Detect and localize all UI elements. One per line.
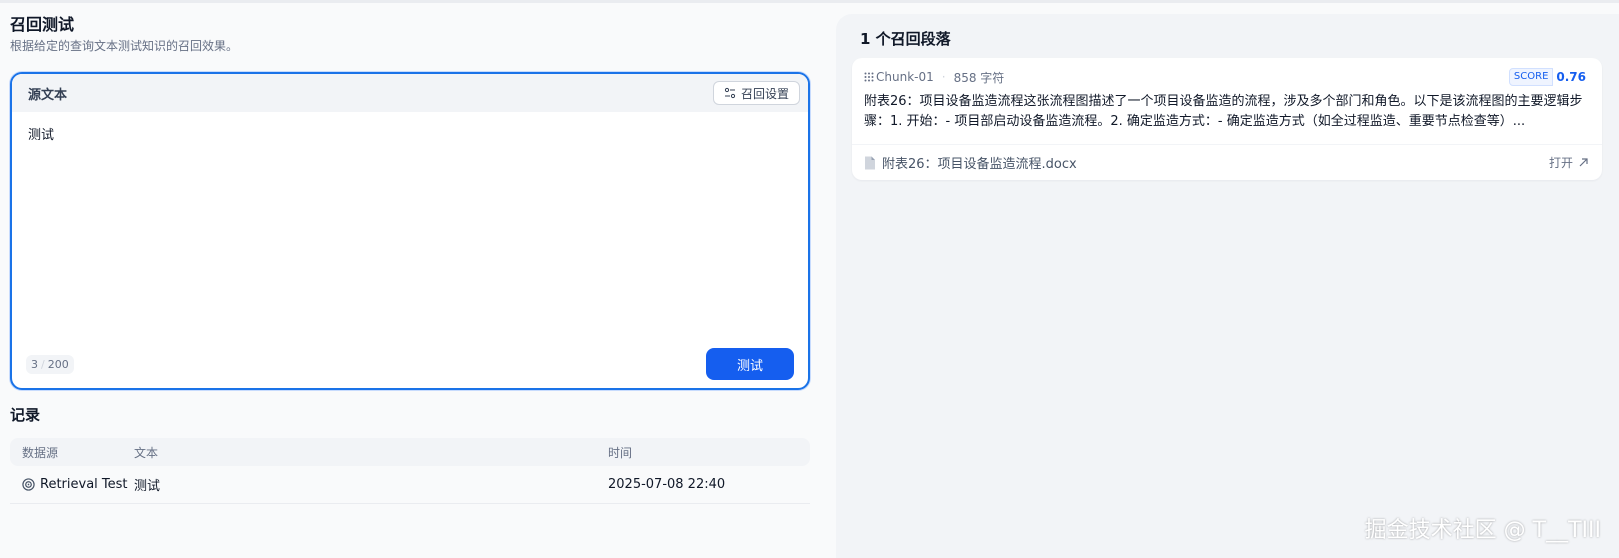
sliders-icon [724,87,736,99]
page-title: 召回测试 [10,15,75,34]
test-button[interactable]: 测试 [706,348,794,380]
results-title: 1 个召回段落 [860,30,951,48]
results-panel: 1 个召回段落 Chunk-01 · 858 字符 SCORE 0.76 附表2… [836,14,1619,558]
record-source-cell: Retrieval Test [10,477,134,492]
char-limit: 200 [47,357,69,371]
query-textarea[interactable]: 测试 [12,112,808,344]
page-description: 根据给定的查询文本测试知识的召回效果。 [10,39,239,53]
source-file-name: 附表26：项目设备监造流程.docx [882,157,1077,172]
chunk-meta: Chunk-01 · 858 字符 [864,69,1004,86]
score-value: 0.76 [1556,70,1586,84]
record-source: Retrieval Test [40,477,128,492]
record-time: 2025-07-08 22:40 [608,477,726,492]
editor-footer: 3/200 测试 [12,340,808,388]
column-header-time: 时间 [608,445,633,460]
char-count: 3 [31,357,38,371]
chunk-card-footer: 附表26：项目设备监造流程.docx 打开 [852,144,1602,180]
open-file-link[interactable]: 打开 [1549,154,1588,171]
retrieval-test-header: 召回测试 根据给定的查询文本测试知识的召回效果。 [10,14,810,54]
chunk-card-header: Chunk-01 · 858 字符 SCORE 0.76 [852,58,1602,86]
score-badge: SCORE 0.76 [1508,68,1588,86]
editor-header: 源文本 召回设置 [12,74,808,112]
target-icon [22,478,35,491]
chunk-card[interactable]: Chunk-01 · 858 字符 SCORE 0.76 附表26：项目设备监造… [852,58,1602,180]
record-text: 测试 [134,479,161,494]
char-counter: 3/200 [26,354,74,374]
retrieval-settings-button[interactable]: 召回设置 [712,81,800,105]
records-table: 数据源 文本 时间 Retrieval Test 测试 2025-07-08 2… [10,438,810,504]
open-label: 打开 [1548,156,1573,170]
top-divider [0,0,1619,3]
char-separator: / [41,357,45,371]
chunk-grid-icon [864,72,874,82]
editor-header-title: 源文本 [28,87,68,103]
source-text-editor: 源文本 召回设置 测试 3/200 测试 [10,72,810,390]
table-row[interactable]: Retrieval Test 测试 2025-07-08 22:40 [10,466,810,504]
document-icon [865,156,875,169]
column-header-source: 数据源 [22,445,59,460]
chunk-content: 附表26：项目设备监造流程这张流程图描述了一个项目设备监造的流程，涉及多个部门和… [864,94,1583,129]
records-table-header: 数据源 文本 时间 [10,438,810,466]
retrieval-settings-label: 召回设置 [740,86,789,101]
watermark-text: 掘金技术社区 @ T__TIII [1364,518,1601,543]
external-arrow-icon [1579,158,1588,167]
chunk-id: Chunk-01 [876,70,934,84]
records-title: 记录 [10,406,41,424]
score-label: SCORE [1508,68,1554,86]
chunk-char-count: 858 字符 [953,70,1005,85]
column-header-text: 文本 [134,445,159,460]
source-file: 附表26：项目设备监造流程.docx [864,153,1077,172]
meta-separator: · [941,70,946,84]
